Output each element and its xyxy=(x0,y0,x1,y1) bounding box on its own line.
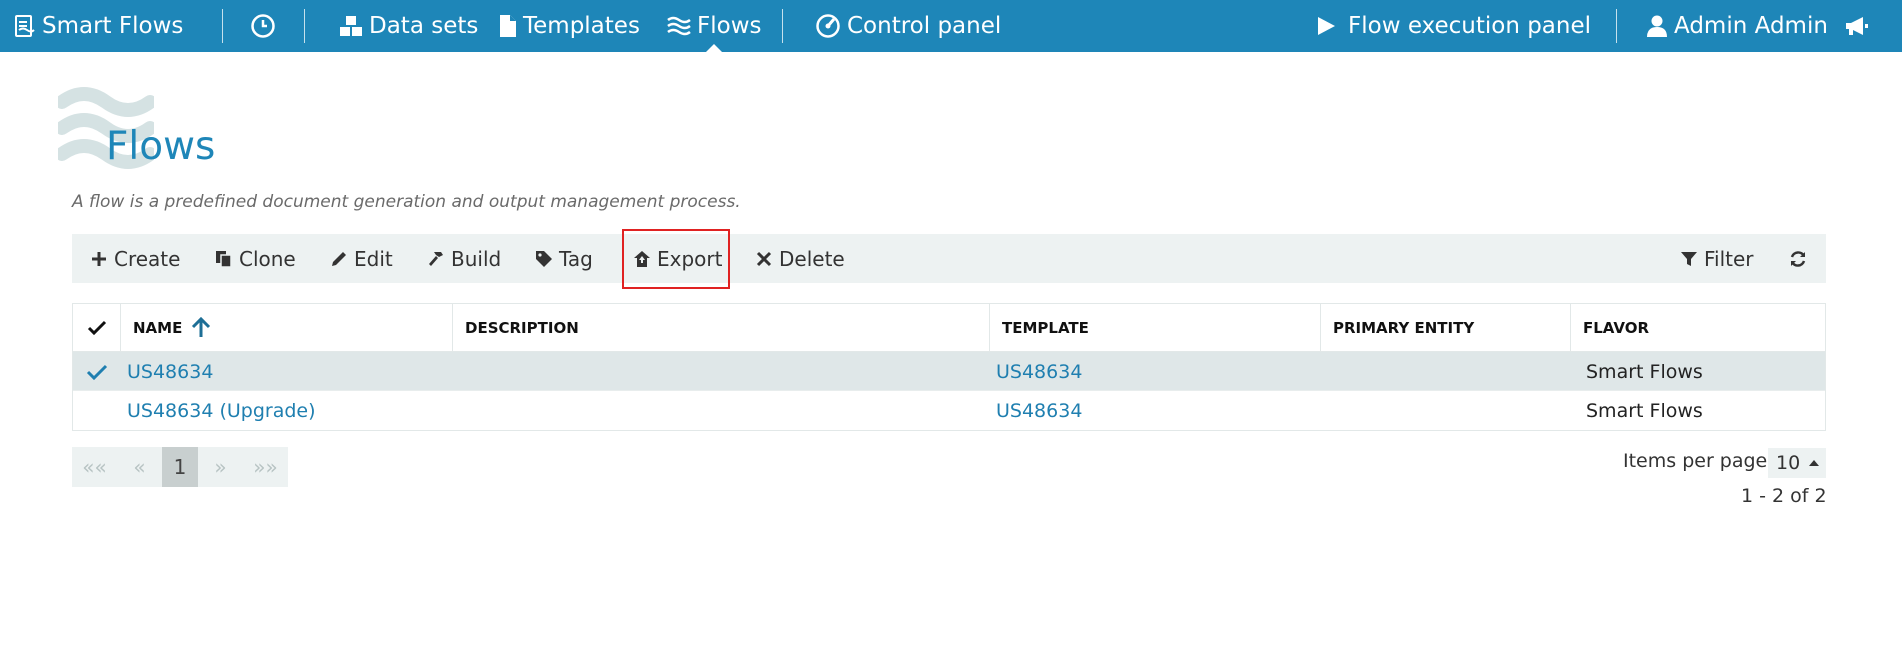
play-icon xyxy=(1316,16,1336,36)
column-header-name[interactable]: NAME xyxy=(121,304,453,352)
row-name-link[interactable]: US48634 (Upgrade) xyxy=(127,400,316,422)
pencil-icon xyxy=(330,250,348,268)
table-row[interactable]: US48634 US48634 Smart Flows xyxy=(73,352,1825,391)
tag-label: Tag xyxy=(559,246,593,271)
build-label: Build xyxy=(451,246,502,271)
gauge-icon xyxy=(815,13,841,39)
column-header-primary-entity[interactable]: PRIMARY ENTITY xyxy=(1321,304,1571,352)
row-flavor: Smart Flows xyxy=(1586,399,1703,422)
create-label: Create xyxy=(114,246,181,271)
select-all-checkbox[interactable] xyxy=(73,304,121,352)
tag-button[interactable]: Tag xyxy=(535,234,593,283)
execution-panel-label: Flow execution panel xyxy=(1348,13,1592,39)
next-page-button[interactable]: » xyxy=(198,447,243,487)
nav-control-panel[interactable]: Control panel xyxy=(815,0,1001,52)
clone-button[interactable]: Clone xyxy=(215,234,296,283)
template-header-label: TEMPLATE xyxy=(1002,319,1089,337)
name-header-label: NAME xyxy=(133,319,183,337)
nav-divider xyxy=(1616,9,1617,43)
table-row[interactable]: US48634 (Upgrade) US48634 Smart Flows xyxy=(73,391,1825,430)
cubes-icon xyxy=(339,15,363,37)
delete-button[interactable]: Delete xyxy=(755,234,845,283)
current-page-button[interactable]: 1 xyxy=(162,447,198,487)
column-header-flavor[interactable]: FLAVOR xyxy=(1571,304,1825,352)
refresh-button[interactable] xyxy=(1788,234,1814,283)
check-icon xyxy=(87,320,106,336)
edit-button[interactable]: Edit xyxy=(330,234,393,283)
items-per-page-label: Items per page xyxy=(1623,450,1768,472)
row-template-link[interactable]: US48634 xyxy=(996,400,1082,422)
items-per-page-select[interactable]: 10 xyxy=(1768,448,1826,478)
column-header-template[interactable]: TEMPLATE xyxy=(990,304,1321,352)
user-name: Admin Admin xyxy=(1674,13,1828,39)
document-stack-icon xyxy=(14,14,36,38)
page-title: Flows xyxy=(106,124,216,169)
description-header-label: DESCRIPTION xyxy=(465,319,579,337)
plus-icon xyxy=(90,250,108,268)
file-icon xyxy=(499,14,517,38)
first-page-button[interactable]: «« xyxy=(72,447,117,487)
export-highlight-box xyxy=(622,229,730,289)
flows-table: NAME DESCRIPTION TEMPLATE PRIMARY ENTITY… xyxy=(72,303,1826,431)
row-template-link[interactable]: US48634 xyxy=(996,361,1082,383)
column-header-description[interactable]: DESCRIPTION xyxy=(453,304,990,352)
nav-flows[interactable]: Flows xyxy=(667,0,762,52)
nav-history[interactable] xyxy=(250,0,282,52)
row-checkbox[interactable] xyxy=(73,352,121,391)
previous-page-button[interactable]: « xyxy=(117,447,162,487)
tag-icon xyxy=(535,250,553,268)
check-icon xyxy=(86,364,108,380)
results-range: 1 - 2 of 2 xyxy=(1741,485,1827,507)
nav-divider xyxy=(304,9,305,43)
nav-datasets[interactable]: Data sets xyxy=(339,0,478,52)
actions-toolbar: Create Clone Edit Build Tag Export Delet… xyxy=(72,234,1826,283)
edit-label: Edit xyxy=(354,246,393,271)
clone-label: Clone xyxy=(239,246,296,271)
table-header: NAME DESCRIPTION TEMPLATE PRIMARY ENTITY… xyxy=(73,304,1825,352)
nav-user-menu[interactable]: Admin Admin xyxy=(1646,0,1828,52)
filter-label: Filter xyxy=(1704,246,1754,271)
clock-icon xyxy=(250,13,276,39)
nav-flow-execution-panel[interactable]: Flow execution panel xyxy=(1316,0,1591,52)
close-icon xyxy=(755,250,773,268)
row-name-link[interactable]: US48634 xyxy=(127,361,213,383)
create-button[interactable]: Create xyxy=(90,234,180,283)
waves-icon xyxy=(667,15,691,37)
megaphone-icon xyxy=(1845,15,1869,37)
nav-brand[interactable]: Smart Flows xyxy=(14,0,183,52)
flows-label: Flows xyxy=(697,13,762,39)
refresh-icon xyxy=(1788,249,1808,269)
last-page-button[interactable]: »» xyxy=(243,447,288,487)
filter-button[interactable]: Filter xyxy=(1680,234,1754,283)
datasets-label: Data sets xyxy=(369,13,479,39)
copy-icon xyxy=(215,250,233,268)
templates-label: Templates xyxy=(523,13,640,39)
sort-ascending-icon xyxy=(192,317,211,337)
build-button[interactable]: Build xyxy=(427,234,501,283)
nav-divider xyxy=(222,9,223,43)
delete-label: Delete xyxy=(779,246,845,271)
items-per-page-value: 10 xyxy=(1776,452,1801,474)
nav-divider xyxy=(782,9,783,43)
user-icon xyxy=(1646,14,1668,38)
filter-icon xyxy=(1680,250,1698,268)
pagination: «« « 1 » »» xyxy=(72,447,288,487)
hammer-icon xyxy=(427,250,445,268)
nav-announcements[interactable] xyxy=(1845,0,1875,52)
page-description: A flow is a predefined document generati… xyxy=(72,192,741,212)
top-navigation-bar: Smart Flows Data sets Templates Flows Co… xyxy=(0,0,1902,52)
brand-label: Smart Flows xyxy=(42,13,184,39)
control-panel-label: Control panel xyxy=(847,13,1002,39)
flavor-header-label: FLAVOR xyxy=(1583,319,1650,337)
caret-up-icon xyxy=(1809,460,1820,466)
row-checkbox[interactable] xyxy=(73,391,121,430)
primary-entity-header-label: PRIMARY ENTITY xyxy=(1333,319,1475,337)
nav-templates[interactable]: Templates xyxy=(499,0,640,52)
row-flavor: Smart Flows xyxy=(1586,360,1703,383)
